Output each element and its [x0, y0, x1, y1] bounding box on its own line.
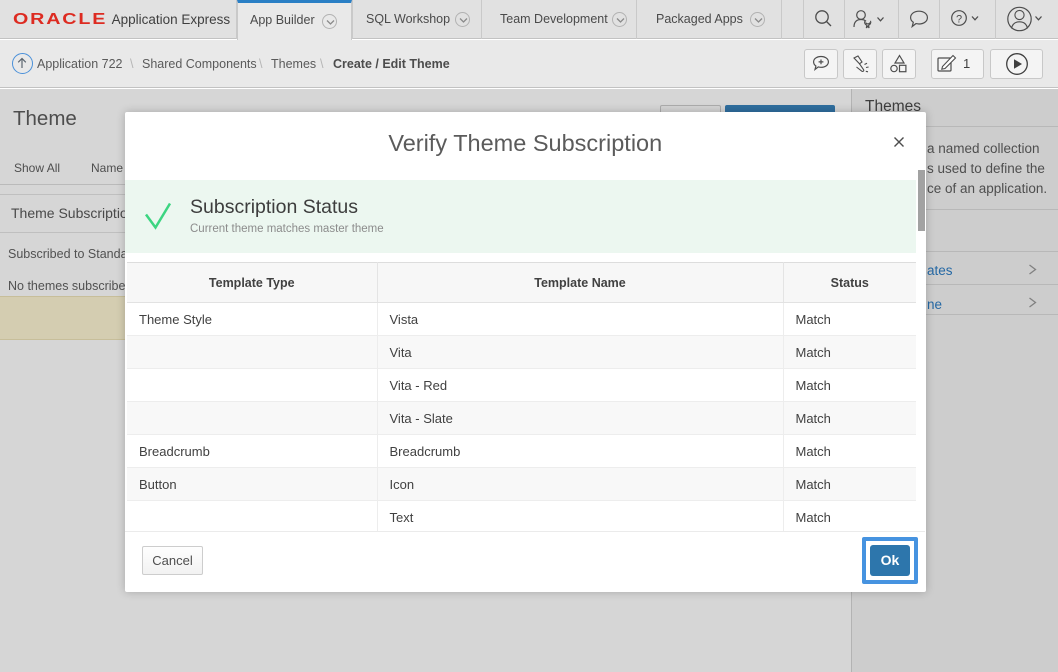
- svg-text:?: ?: [956, 14, 962, 26]
